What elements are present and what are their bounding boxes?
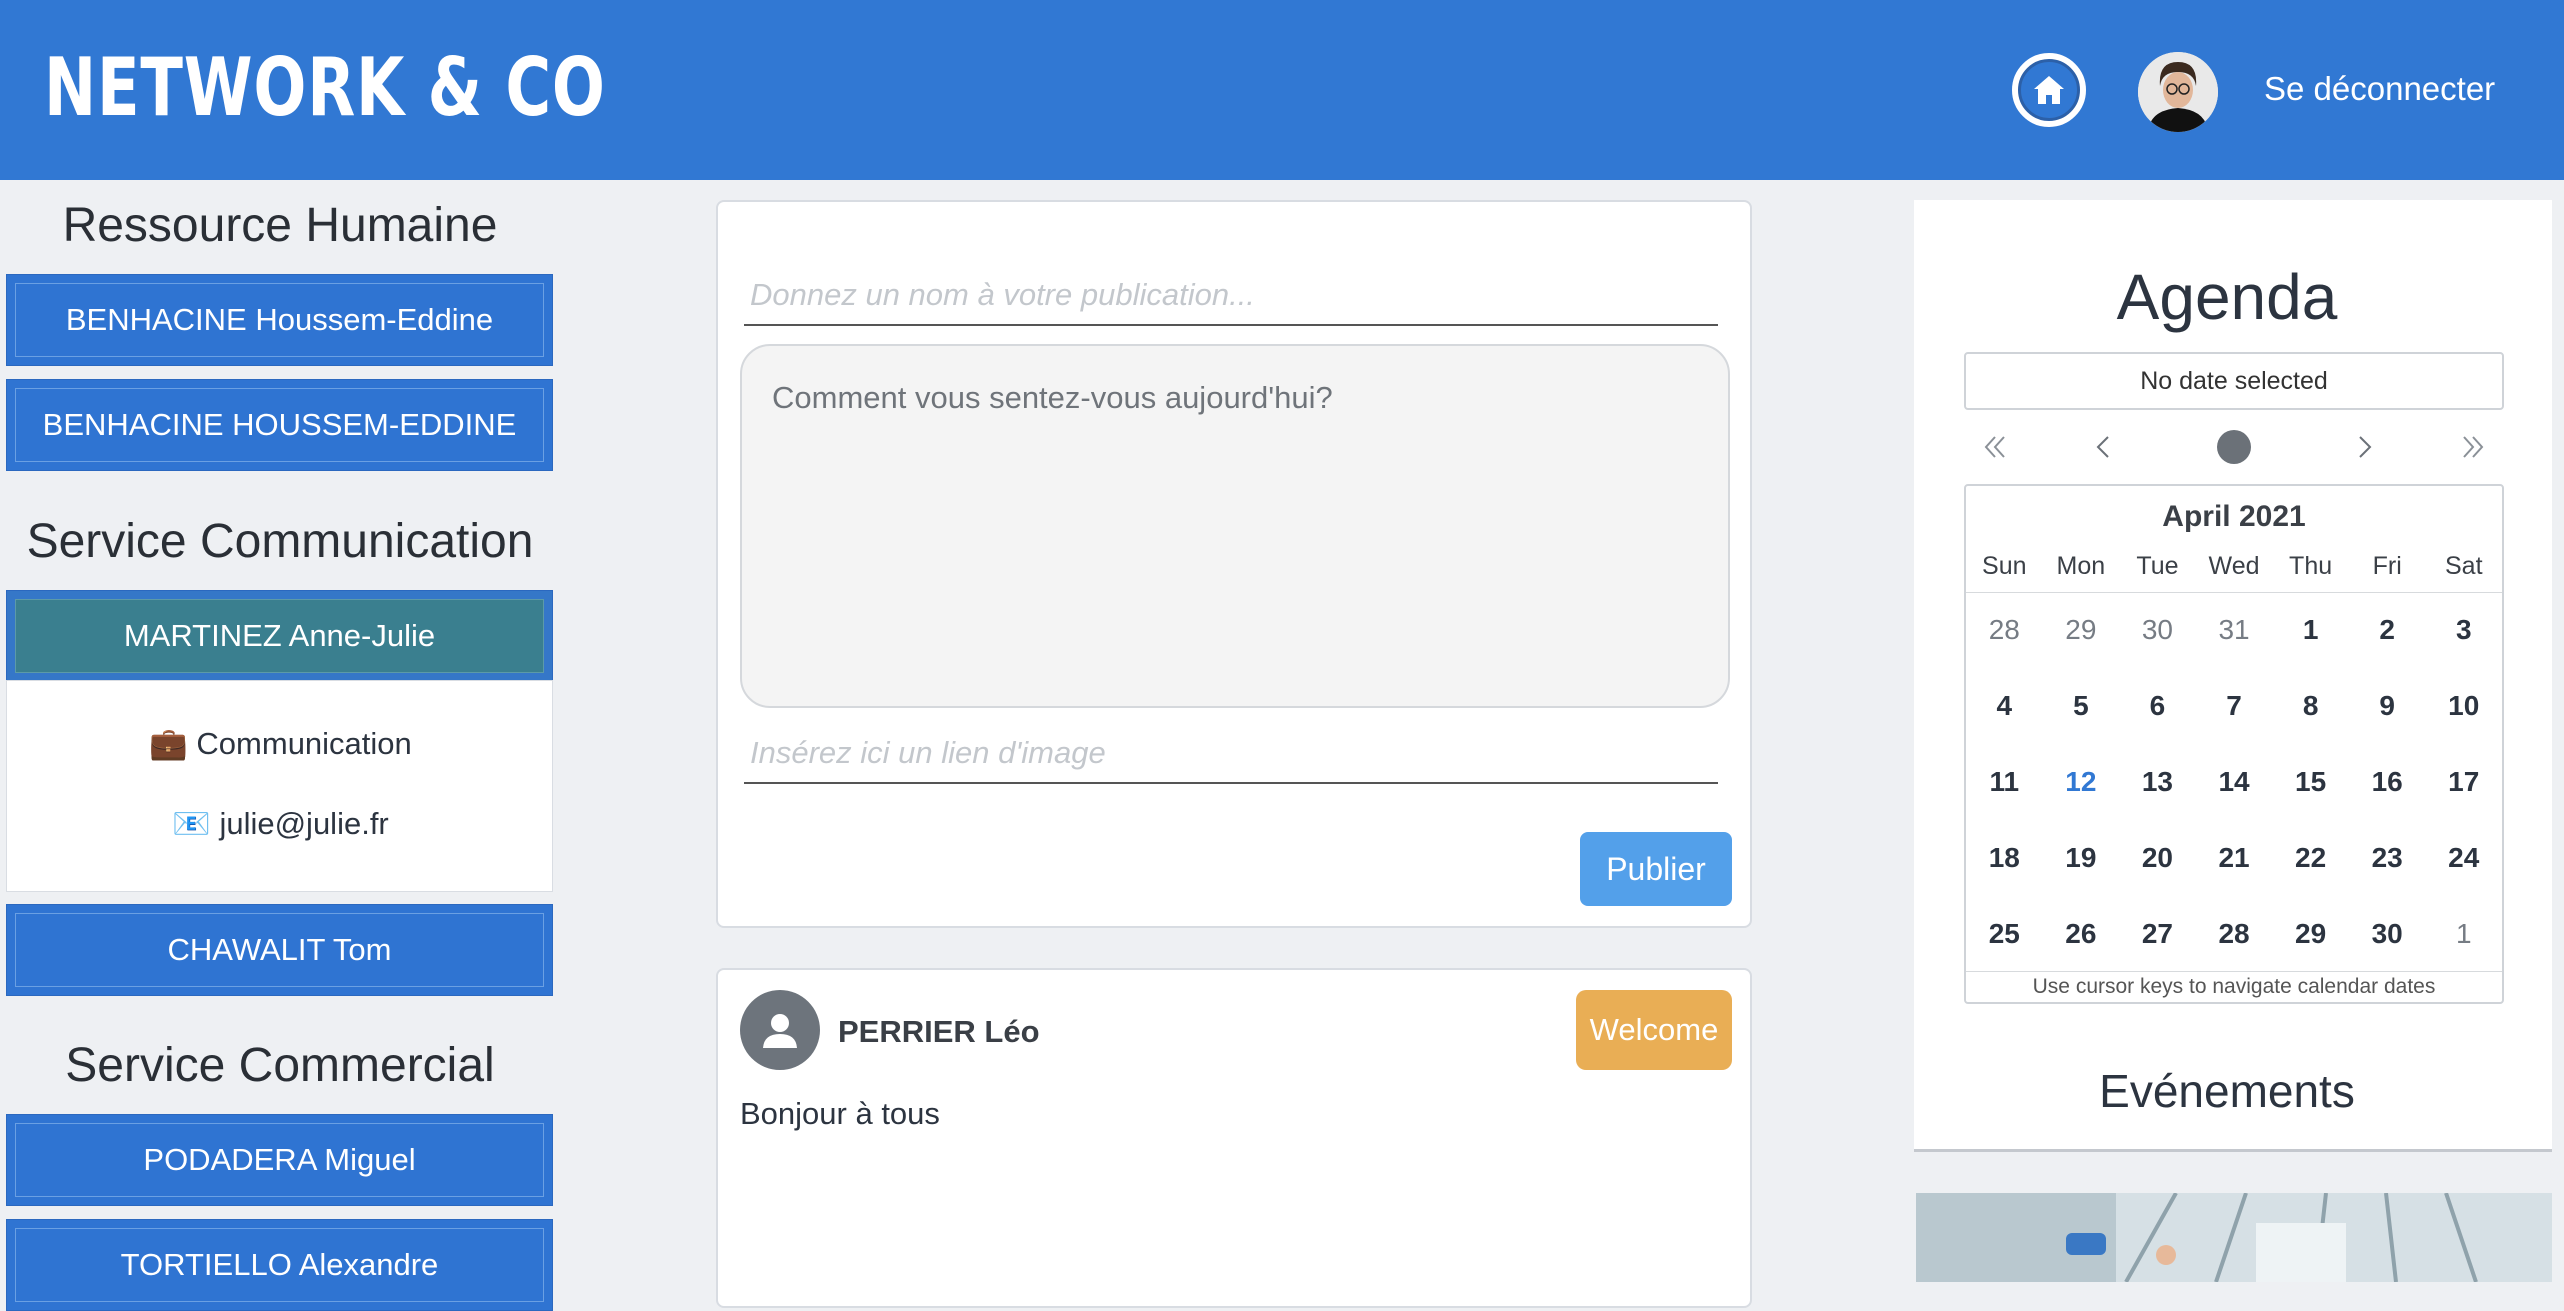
employee-details-card: 💼 Communication 📧 julie@julie.fr: [6, 680, 553, 892]
calendar-day[interactable]: 13: [2119, 766, 2196, 798]
calendar-day[interactable]: 28: [1966, 614, 2043, 646]
weekday-label: Sat: [2444, 552, 2483, 580]
calendar-week-row: 25 26 27 28 29 30 1: [1966, 896, 2502, 972]
next-month-icon[interactable]: [2340, 422, 2390, 472]
publication-title-input[interactable]: [744, 266, 1718, 326]
calendar-day[interactable]: 6: [2119, 690, 2196, 722]
user-icon[interactable]: [740, 990, 820, 1070]
previous-year-icon[interactable]: [1970, 422, 2020, 472]
calendar-day[interactable]: 3: [2425, 614, 2502, 646]
logout-link[interactable]: Se déconnecter: [2264, 70, 2495, 108]
next-year-icon[interactable]: [2448, 422, 2498, 472]
weekday-label: Tue: [2136, 552, 2179, 580]
employee-button[interactable]: BENHACINE HOUSSEM-EDDINE: [6, 379, 553, 471]
employee-name: TORTIELLO Alexandre: [15, 1228, 544, 1302]
previous-month-icon[interactable]: [2078, 422, 2128, 472]
event-image[interactable]: [1916, 1193, 2552, 1282]
home-icon: [2018, 59, 2080, 121]
post-card: PERRIER Léo Welcome Bonjour à tous: [716, 968, 1752, 1308]
calendar-day[interactable]: 22: [2272, 842, 2349, 874]
calendar-day[interactable]: 14: [2196, 766, 2273, 798]
employee-directory: Ressource Humaine BENHACINE Houssem-Eddi…: [0, 180, 560, 1311]
employee-job: 💼 Communication: [149, 726, 412, 761]
calendar-day[interactable]: 19: [2043, 842, 2120, 874]
publish-button[interactable]: Publier: [1580, 832, 1732, 906]
calendar-day[interactable]: 30: [2349, 918, 2426, 950]
calendar-day[interactable]: 30: [2119, 614, 2196, 646]
calendar-day[interactable]: 1: [2425, 918, 2502, 950]
calendar-day[interactable]: 24: [2425, 842, 2502, 874]
calendar-day[interactable]: 23: [2349, 842, 2426, 874]
weekday-label: Sun: [1982, 552, 2027, 580]
current-month-icon[interactable]: [2209, 422, 2259, 472]
calendar-month-label: April 2021: [2162, 500, 2306, 533]
image-link-input[interactable]: [744, 724, 1718, 784]
calendar-day[interactable]: 29: [2043, 614, 2120, 646]
calendar-hint: Use cursor keys to navigate calendar dat…: [1966, 971, 2502, 1002]
calendar-day[interactable]: 1: [2272, 614, 2349, 646]
weekday-label: Thu: [2289, 552, 2333, 580]
calendar-navigation: [1964, 422, 2504, 472]
employee-name: CHAWALIT Tom: [15, 913, 544, 987]
employee-button[interactable]: PODADERA Miguel: [6, 1114, 553, 1206]
calendar-weekday-header: Sun Mon Tue Wed Thu Fri Sat: [1966, 552, 2502, 593]
calendar-week-row: 18 19 20 21 22 23 24: [1966, 820, 2502, 896]
calendar-day[interactable]: 31: [2196, 614, 2273, 646]
calendar-day[interactable]: 15: [2272, 766, 2349, 798]
calendar: April 2021 Sun Mon Tue Wed Thu Fri Sat 28 29 30 3…: [1964, 484, 2504, 1004]
calendar-day[interactable]: 7: [2196, 690, 2273, 722]
calendar-day[interactable]: 5: [2043, 690, 2120, 722]
employee-button[interactable]: CHAWALIT Tom: [6, 904, 553, 996]
top-navbar: NETWORK & CO Se déconnecter: [0, 0, 2564, 180]
calendar-day[interactable]: 18: [1966, 842, 2043, 874]
user-avatar[interactable]: [2138, 52, 2218, 132]
calendar-day[interactable]: 11: [1966, 766, 2043, 798]
calendar-day[interactable]: 2: [2349, 614, 2426, 646]
calendar-day[interactable]: 28: [2196, 918, 2273, 950]
calendar-day[interactable]: 16: [2349, 766, 2426, 798]
calendar-day[interactable]: 17: [2425, 766, 2502, 798]
home-button[interactable]: [2012, 53, 2086, 127]
employee-email[interactable]: 📧 julie@julie.fr: [7, 805, 554, 842]
calendar-day[interactable]: 29: [2272, 918, 2349, 950]
post-author[interactable]: PERRIER Léo: [838, 1014, 1040, 1050]
calendar-day[interactable]: 8: [2272, 690, 2349, 722]
department-title: Service Communication: [26, 515, 534, 568]
weekday-label: Fri: [2372, 552, 2402, 580]
calendar-week-row: 4 5 6 7 8 9 10: [1966, 668, 2502, 744]
employee-button-active[interactable]: MARTINEZ Anne-Julie: [6, 590, 553, 682]
employee-name: BENHACINE Houssem-Eddine: [15, 283, 544, 357]
calendar-day[interactable]: 4: [1966, 690, 2043, 722]
calendar-day[interactable]: 27: [2119, 918, 2196, 950]
publication-body-textarea[interactable]: [740, 344, 1730, 708]
employee-button[interactable]: BENHACINE Houssem-Eddine: [6, 274, 553, 366]
employee-button[interactable]: TORTIELLO Alexandre: [6, 1219, 553, 1311]
employee-name: PODADERA Miguel: [15, 1123, 544, 1197]
post-text: Bonjour à tous: [740, 1096, 940, 1131]
weekday-label: Mon: [2056, 552, 2106, 580]
calendar-day[interactable]: 9: [2349, 690, 2426, 722]
calendar-day[interactable]: 21: [2196, 842, 2273, 874]
department-title: Ressource Humaine: [62, 199, 498, 252]
selected-date-field[interactable]: No date selected: [1964, 352, 2504, 410]
calendar-week-row: 11 12 13 14 15 16 17: [1966, 744, 2502, 820]
department-title: Service Commercial: [65, 1039, 495, 1092]
calendar-day[interactable]: 12: [2043, 766, 2120, 798]
employee-name: BENHACINE HOUSSEM-EDDINE: [15, 388, 544, 462]
calendar-week-row: 28 29 30 31 1 2 3: [1966, 592, 2502, 668]
events-title: Evénements: [2099, 1065, 2355, 1117]
calendar-day[interactable]: 25: [1966, 918, 2043, 950]
calendar-grid: 28 29 30 31 1 2 3 4 5 6 7 8 9 10 11 12 13 14 15 16 17 18 19 20 2…: [1966, 592, 2502, 972]
calendar-day[interactable]: 20: [2119, 842, 2196, 874]
employee-name: MARTINEZ Anne-Julie: [15, 599, 544, 673]
agenda-panel: Agenda No date selected April 2021 Sun Mo…: [1914, 200, 2552, 1152]
post-composer: Publier: [716, 200, 1752, 928]
agenda-title: Agenda: [2116, 261, 2338, 333]
post-category-badge: Welcome: [1576, 990, 1732, 1070]
brand-logo[interactable]: NETWORK & CO: [44, 38, 606, 138]
weekday-label: Wed: [2208, 552, 2260, 580]
calendar-day[interactable]: 10: [2425, 690, 2502, 722]
calendar-day[interactable]: 26: [2043, 918, 2120, 950]
